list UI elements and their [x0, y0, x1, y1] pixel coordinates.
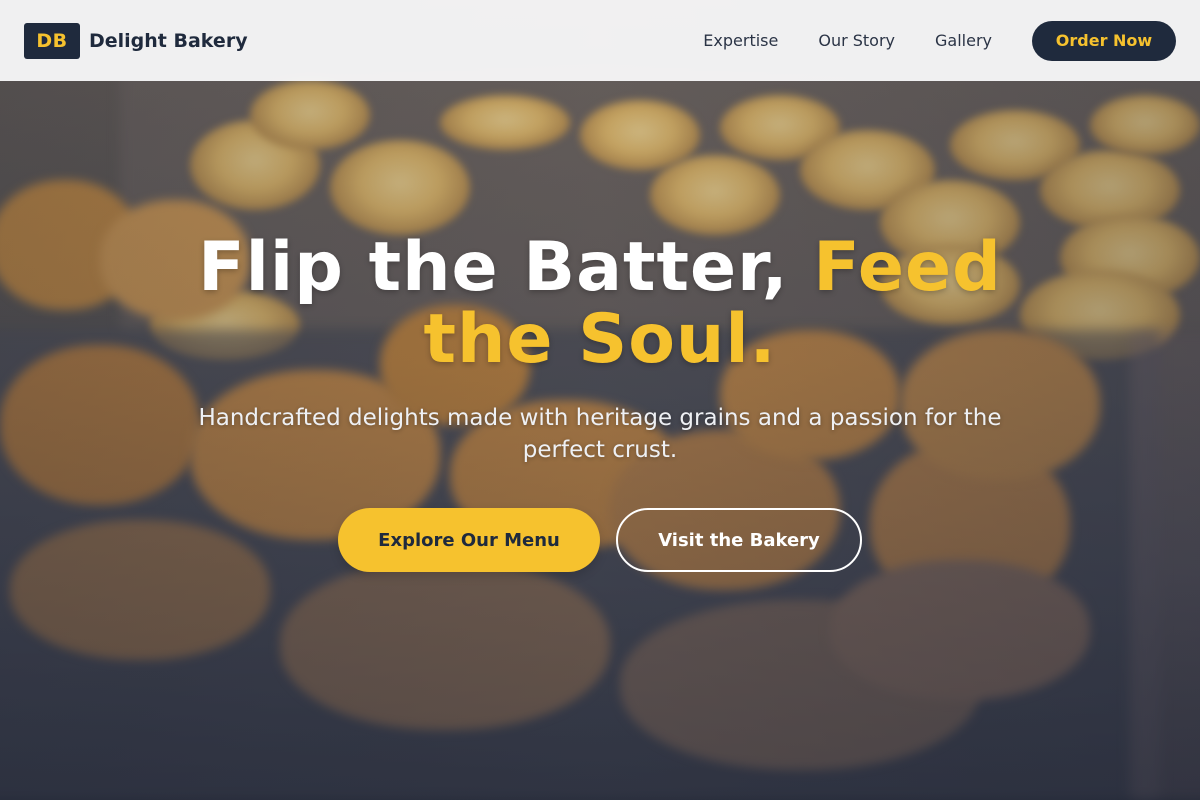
explore-menu-button[interactable]: Explore Our Menu [338, 508, 600, 572]
visit-bakery-button[interactable]: Visit the Bakery [616, 508, 862, 572]
main-nav: Expertise Our Story Gallery Order Now [703, 20, 1176, 61]
hero-subtitle: Handcrafted delights made with heritage … [198, 405, 1002, 463]
hero-actions: Explore Our Menu Visit the Bakery [0, 508, 1200, 572]
nav-link-expertise[interactable]: Expertise [703, 31, 778, 50]
brand-badge: DB [24, 22, 80, 59]
nav-link-gallery[interactable]: Gallery [935, 31, 992, 50]
nav-link-our-story[interactable]: Our Story [818, 31, 895, 50]
hero-title-main: Flip the Batter, [198, 228, 814, 307]
hero-section: Flip the Batter, Feed the Soul. Handcraf… [0, 232, 1200, 572]
order-now-button[interactable]: Order Now [1032, 20, 1176, 61]
brand-name: Delight Bakery [89, 29, 248, 52]
hero-title: Flip the Batter, Feed the Soul. [160, 232, 1040, 376]
brand-logo[interactable]: DB Delight Bakery [24, 22, 248, 59]
site-header: DB Delight Bakery Expertise Our Story Ga… [0, 0, 1200, 81]
bakery-landing-page: DB Delight Bakery Expertise Our Story Ga… [0, 0, 1200, 800]
